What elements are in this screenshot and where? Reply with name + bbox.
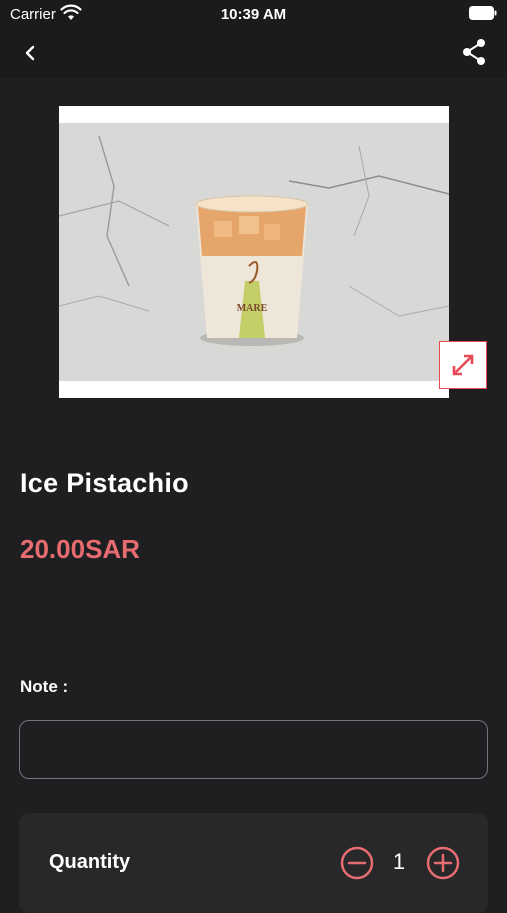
battery-icon [469, 6, 497, 20]
back-chevron-icon[interactable] [18, 40, 44, 66]
product-image: MARE [58, 106, 450, 398]
quantity-value: 1 [392, 849, 406, 874]
status-bar: Carrier 10:39 AM [0, 0, 507, 28]
plus-circle-icon[interactable] [425, 845, 461, 881]
expand-image-button[interactable] [439, 341, 487, 389]
nav-bar [0, 28, 507, 78]
quantity-label: Quantity [49, 851, 131, 873]
note-label: Note : [20, 677, 69, 696]
note-input[interactable] [19, 720, 488, 779]
svg-text:MARE: MARE [237, 303, 268, 314]
product-price: 20.00SAR [20, 534, 140, 564]
share-icon[interactable] [461, 38, 487, 66]
product-name: Ice Pistachio [20, 468, 189, 498]
expand-icon [452, 354, 474, 376]
product-photo: MARE [58, 123, 450, 381]
minus-circle-icon[interactable] [339, 845, 375, 881]
quantity-card: Quantity 1 [19, 813, 488, 913]
status-time: 10:39 AM [220, 6, 287, 23]
